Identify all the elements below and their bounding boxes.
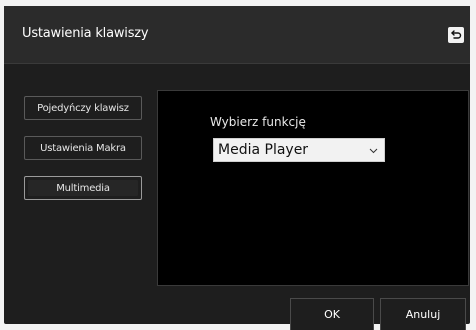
- cancel-button[interactable]: Anuluj: [380, 298, 466, 330]
- sidebar-item-single-key[interactable]: Pojedyńczy klawisz: [24, 96, 142, 120]
- return-arrow-icon: [451, 30, 462, 39]
- choose-function-label: Wybierz funkcję: [210, 115, 306, 129]
- function-select-value: Media Player: [218, 142, 309, 158]
- title-bar: Ustawienia klawiszy: [4, 6, 470, 64]
- sidebar-item-label: Multimedia: [56, 182, 110, 194]
- sidebar-item-label: Ustawienia Makra: [40, 142, 126, 154]
- ok-button-label: OK: [324, 308, 340, 321]
- function-panel: Wybierz funkcję Media Player: [157, 90, 469, 286]
- key-settings-dialog: Ustawienia klawiszy Pojedyńczy klawisz U…: [4, 6, 470, 330]
- chevron-down-icon: [369, 148, 378, 154]
- function-select[interactable]: Media Player: [213, 138, 385, 162]
- cancel-button-label: Anuluj: [405, 308, 441, 321]
- sidebar-item-label: Pojedyńczy klawisz: [37, 102, 129, 114]
- sidebar-item-multimedia[interactable]: Multimedia: [24, 176, 142, 200]
- back-button[interactable]: [448, 27, 464, 43]
- dialog-title: Ustawienia klawiszy: [22, 26, 149, 41]
- sidebar-item-macro-settings[interactable]: Ustawienia Makra: [24, 136, 142, 160]
- ok-button[interactable]: OK: [290, 298, 374, 330]
